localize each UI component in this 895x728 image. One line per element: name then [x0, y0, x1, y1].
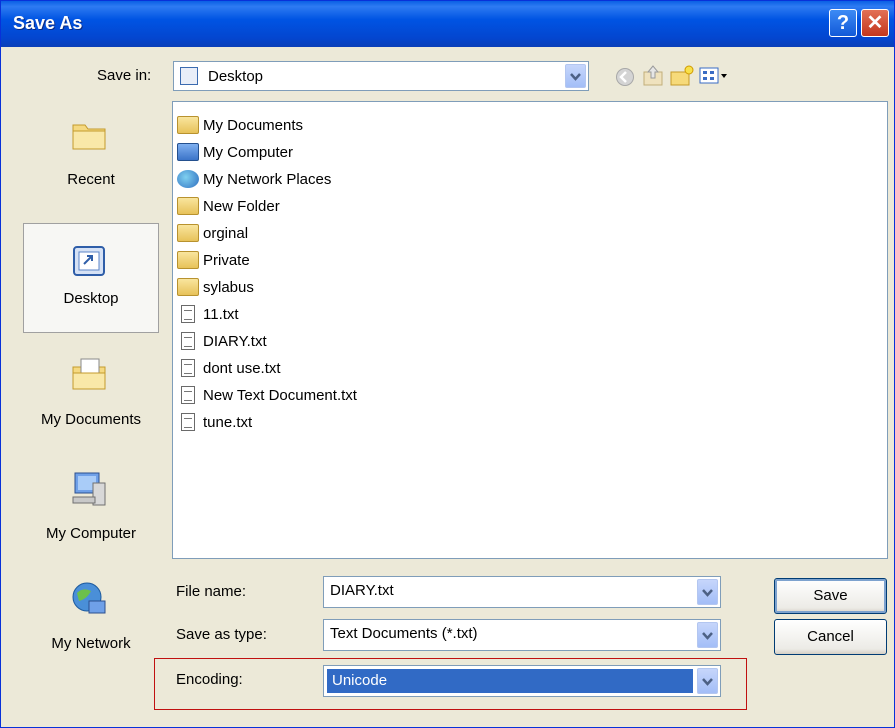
file-item[interactable]: dont use.txt [177, 356, 281, 380]
file-name: New Folder [203, 197, 280, 215]
file-item[interactable]: 11.txt [177, 302, 239, 326]
encoding-value: Unicode [332, 672, 388, 689]
file-name: My Computer [203, 143, 294, 161]
file-name: DIARY.txt [203, 332, 267, 350]
file-name-value: DIARY.txt [330, 582, 394, 599]
file-name: My Network Places [203, 170, 332, 188]
recent-folder-icon [72, 124, 106, 150]
file-name: 11.txt [203, 305, 239, 323]
file-item[interactable]: New Folder [177, 194, 280, 218]
save-type-value: Text Documents (*.txt) [330, 625, 478, 642]
encoding-chevron-down-icon[interactable] [697, 668, 718, 694]
folder-icon [177, 224, 199, 242]
file-list[interactable]: My Documents My Computer My Network Plac… [172, 101, 888, 559]
close-button[interactable]: ✕ [861, 9, 889, 37]
title-bar[interactable]: Save As ? ✕ [1, 1, 894, 47]
file-item[interactable]: Private [177, 248, 250, 272]
file-item[interactable]: New Text Document.txt [177, 383, 357, 407]
folder-icon [177, 278, 199, 296]
file-item[interactable]: tune.txt [177, 410, 252, 434]
file-name-chevron-down-icon[interactable] [697, 579, 718, 605]
new-folder-icon[interactable] [669, 64, 695, 88]
file-name: sylabus [203, 278, 254, 296]
file-item[interactable]: sylabus [177, 275, 254, 299]
save-as-dialog: Save As ? ✕ Save in: Desktop Recent Desk… [0, 0, 895, 728]
place-label-desktop: Desktop [63, 290, 119, 307]
network-places-icon [177, 170, 199, 188]
place-label-my-documents: My Documents [40, 411, 142, 428]
my-documents-icon [177, 116, 199, 134]
save-in-label: Save in: [97, 67, 152, 84]
file-item[interactable]: My Network Places [177, 167, 331, 191]
file-name: My Documents [203, 116, 304, 134]
folder-icon [177, 197, 199, 215]
place-my-network[interactable]: My Network [23, 559, 159, 669]
up-folder-icon[interactable] [641, 64, 665, 88]
save-in-chevron-down-icon[interactable] [565, 64, 586, 88]
place-recent[interactable]: Recent [23, 95, 159, 205]
file-item[interactable]: My Computer [177, 140, 293, 164]
folder-icon [177, 251, 199, 269]
text-file-icon [181, 413, 195, 431]
save-button[interactable]: Save [774, 578, 887, 614]
file-name: tune.txt [203, 413, 253, 431]
save-in-dropdown[interactable]: Desktop [173, 61, 589, 91]
file-name: New Text Document.txt [203, 386, 357, 404]
place-desktop[interactable]: Desktop [23, 223, 159, 333]
my-documents-icon [72, 358, 106, 390]
encoding-dropdown[interactable]: Unicode [323, 665, 721, 697]
file-name: Private [203, 251, 250, 269]
file-name-label: File name: [176, 583, 247, 600]
file-item[interactable]: My Documents [177, 113, 303, 137]
desktop-icon [73, 246, 105, 276]
save-type-chevron-down-icon[interactable] [697, 622, 718, 648]
window-title: Save As [13, 13, 83, 33]
back-icon[interactable] [615, 67, 635, 87]
desktop-small-icon [180, 67, 198, 85]
encoding-label: Encoding: [176, 671, 243, 688]
file-name: orginal [203, 224, 249, 242]
text-file-icon [181, 332, 195, 350]
view-menu-icon[interactable] [699, 66, 729, 86]
cancel-button[interactable]: Cancel [774, 619, 887, 655]
place-my-documents[interactable]: My Documents [23, 335, 159, 445]
my-computer-icon [72, 472, 106, 506]
my-network-icon [72, 582, 106, 614]
place-label-my-network: My Network [51, 635, 131, 652]
text-file-icon [181, 386, 195, 404]
save-type-dropdown[interactable]: Text Documents (*.txt) [323, 619, 721, 651]
place-my-computer[interactable]: My Computer [23, 449, 159, 559]
places-bar: Recent Desktop My Documents My Computer [23, 95, 163, 655]
file-item[interactable]: orginal [177, 221, 248, 245]
place-label-my-computer: My Computer [45, 525, 137, 542]
file-name: dont use.txt [203, 359, 281, 377]
save-in-value: Desktop [208, 68, 264, 85]
file-item[interactable]: DIARY.txt [177, 329, 267, 353]
my-computer-icon [177, 143, 199, 161]
help-button[interactable]: ? [829, 9, 857, 37]
text-file-icon [181, 305, 195, 323]
text-file-icon [181, 359, 195, 377]
file-name-input[interactable]: DIARY.txt [323, 576, 721, 608]
save-type-label: Save as type: [176, 626, 267, 643]
place-label-recent: Recent [67, 171, 115, 188]
